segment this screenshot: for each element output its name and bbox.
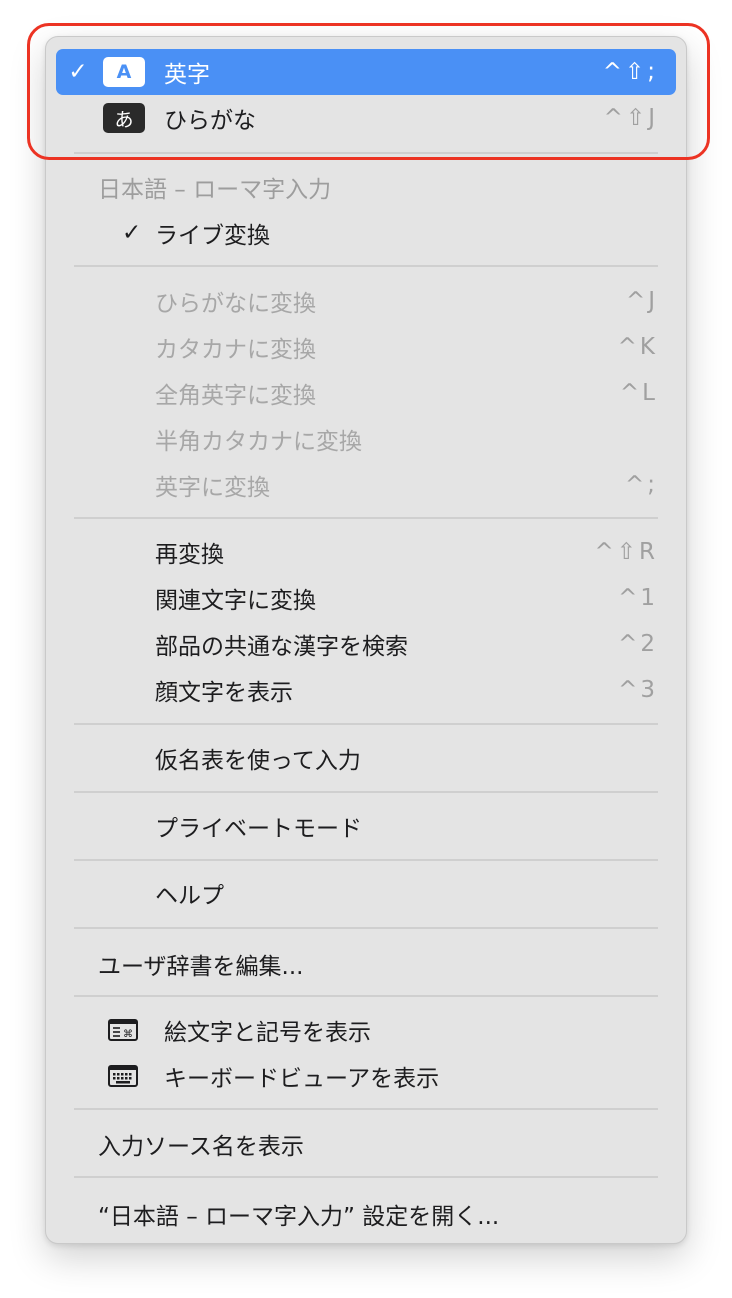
section-header: 日本語 – ローマ字入力	[98, 177, 332, 203]
shortcut-label: ^⇧;	[602, 59, 658, 85]
menu-item-label: 入力ソース名を表示	[98, 1134, 304, 1160]
menu-item-convert-katakana: カタカナに変換 ^K	[56, 324, 676, 370]
separator	[74, 1176, 658, 1178]
menu-item-label: 顔文字を表示	[155, 680, 293, 706]
separator	[74, 517, 658, 519]
menu-item-show-kaomoji[interactable]: 顔文字を表示 ^3	[56, 667, 676, 713]
menu-item-label: 半角カタカナに変換	[155, 429, 362, 455]
menu-item-search-kanji[interactable]: 部品の共通な漢字を検索 ^2	[56, 621, 676, 667]
menu-item-label: 関連文字に変換	[155, 588, 316, 614]
separator	[74, 995, 658, 997]
menu-item-convert-hiragana: ひらがなに変換 ^J	[56, 278, 676, 324]
shortcut-label: ^;	[624, 472, 658, 498]
menu-item-label: 英字	[164, 62, 210, 88]
menu-item-label: カタカナに変換	[155, 337, 316, 363]
shortcut-label: ^J	[625, 288, 658, 314]
menu-item-emoji-viewer[interactable]: ⌘ 絵文字と記号を表示	[56, 1007, 676, 1053]
shortcut-label: ^⇧R	[594, 539, 658, 565]
checkmark-icon: ✓	[122, 220, 142, 246]
menu-item-label: プライベートモード	[155, 816, 362, 842]
shortcut-label: ^K	[617, 334, 658, 360]
menu-item-label: 再変換	[155, 542, 224, 568]
shortcut-label: ^1	[618, 585, 658, 611]
menu-item-convert-eiji: 英字に変換 ^;	[56, 462, 676, 508]
menu-item-label: ユーザ辞書を編集...	[98, 954, 304, 980]
separator	[74, 927, 658, 929]
menu-item-keyboard-viewer[interactable]: キーボードビューアを表示	[56, 1053, 676, 1099]
menu-item-related-chars[interactable]: 関連文字に変換 ^1	[56, 575, 676, 621]
keyboard-icon	[108, 1064, 138, 1088]
menu-item-convert-halfwidth-katakana: 半角カタカナに変換	[56, 416, 676, 462]
alphabet-badge-icon: A	[103, 57, 145, 87]
checkmark-icon: ✓	[68, 59, 88, 85]
menu-item-show-input-source-name[interactable]: 入力ソース名を表示	[56, 1121, 676, 1167]
emoji-viewer-icon: ⌘	[108, 1018, 138, 1042]
shortcut-label: ^L	[619, 380, 658, 406]
separator	[74, 265, 658, 267]
menu-item-private-mode[interactable]: プライベートモード	[56, 803, 676, 849]
menu-item-kana-table[interactable]: 仮名表を使って入力	[56, 735, 676, 781]
menu-item-reconvert[interactable]: 再変換 ^⇧R	[56, 529, 676, 575]
menu-item-label: ひらがなに変換	[155, 291, 316, 317]
menu-item-label: 仮名表を使って入力	[155, 748, 361, 774]
menu-item-label: ひらがな	[164, 108, 256, 134]
shortcut-label: ^⇧J	[603, 105, 658, 131]
menu-item-help[interactable]: ヘルプ	[56, 870, 676, 916]
menu-item-eiji[interactable]: ✓ A 英字 ^⇧;	[56, 49, 676, 95]
separator	[74, 723, 658, 725]
menu-item-hiragana[interactable]: あ ひらがな ^⇧J	[56, 95, 676, 141]
menu-item-label: 英字に変換	[155, 475, 270, 501]
svg-text:⌘: ⌘	[123, 1029, 133, 1040]
menu-item-label: 部品の共通な漢字を検索	[155, 634, 408, 660]
menu-item-label: “日本語 – ローマ字入力” 設定を開く...	[98, 1204, 500, 1230]
menu-item-convert-fullwidth: 全角英字に変換 ^L	[56, 370, 676, 416]
menu-item-label: 全角英字に変換	[155, 383, 316, 409]
shortcut-label: ^3	[618, 677, 658, 703]
menu-item-label: ヘルプ	[155, 883, 224, 909]
menu-item-live-conversion[interactable]: ✓ ライブ変換	[56, 210, 676, 256]
menu-item-open-settings[interactable]: “日本語 – ローマ字入力” 設定を開く...	[56, 1191, 676, 1237]
shortcut-label: ^2	[618, 631, 658, 657]
separator	[74, 152, 658, 154]
separator	[74, 791, 658, 793]
separator	[74, 1108, 658, 1110]
hiragana-badge-icon: あ	[103, 103, 145, 133]
menu-item-label: ライブ変換	[155, 223, 270, 249]
menu-item-edit-dictionary[interactable]: ユーザ辞書を編集...	[56, 941, 676, 987]
separator	[74, 859, 658, 861]
menu-item-label: キーボードビューアを表示	[164, 1066, 440, 1092]
menu-item-label: 絵文字と記号を表示	[164, 1020, 371, 1046]
input-menu: ✓ A 英字 ^⇧; あ ひらがな ^⇧J 日本語 – ローマ字入力 ✓ ライブ…	[45, 36, 687, 1244]
